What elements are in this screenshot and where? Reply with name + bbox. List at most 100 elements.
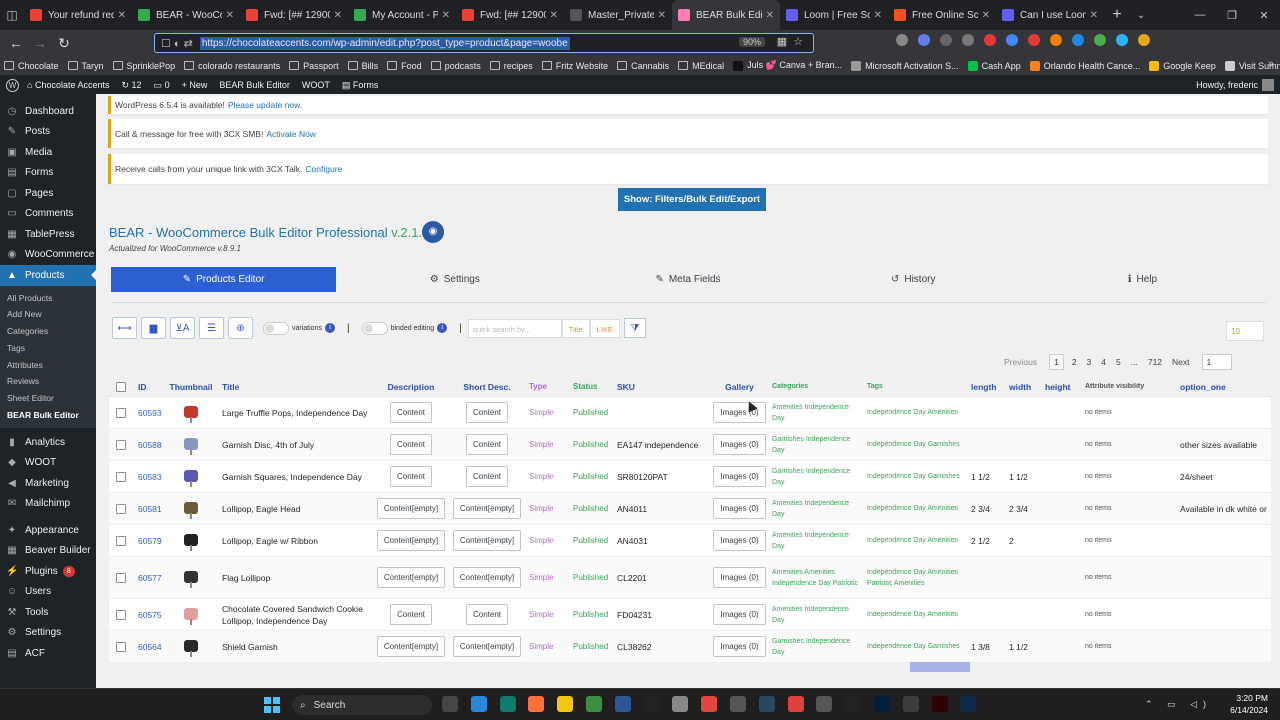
product-status-cell[interactable]: Published xyxy=(569,440,613,449)
browser-tab[interactable]: Your refund request ✕ xyxy=(24,0,132,30)
product-thumbnail[interactable] xyxy=(181,531,201,551)
sku-cell[interactable]: AN4011 xyxy=(613,504,711,514)
bookmark-item[interactable]: Cannabis xyxy=(617,61,669,71)
search-operator-select[interactable]: LIKE xyxy=(589,318,620,338)
extension-icon[interactable] xyxy=(1072,34,1084,46)
taskbar-app-icon[interactable] xyxy=(528,696,545,712)
categories-cell[interactable]: Amenities Independence Day xyxy=(768,402,863,424)
submenu-item[interactable]: BEAR Bulk Editor xyxy=(0,407,96,424)
option-one-cell[interactable]: 24/sheet xyxy=(1176,472,1272,482)
taskbar-app-icon[interactable] xyxy=(873,696,890,712)
bookmark-item[interactable]: Fritz Website xyxy=(541,61,608,71)
product-thumbnail[interactable] xyxy=(181,568,201,588)
new-content-link[interactable]: + New xyxy=(182,80,208,90)
product-status-cell[interactable]: Published xyxy=(569,642,613,651)
sidebar-item[interactable]: ◀ Marketing xyxy=(0,473,96,494)
length-cell[interactable]: 1 3/8 xyxy=(967,642,1005,652)
add-product-icon[interactable]: ⊕ xyxy=(228,317,253,339)
taskbar-app-icon[interactable] xyxy=(614,696,631,712)
column-header[interactable]: length xyxy=(967,382,1005,392)
tab-settings[interactable]: ⚙ Settings xyxy=(336,267,573,292)
product-title-cell[interactable]: Lollipop, Eagle w/ Ribbon xyxy=(218,535,373,547)
width-cell[interactable]: 1 1/2 xyxy=(1005,472,1041,482)
tab-close-icon[interactable]: ✕ xyxy=(766,10,774,21)
search-field-select[interactable]: Title xyxy=(561,318,590,338)
row-checkbox[interactable] xyxy=(116,439,126,450)
submenu-item[interactable]: Add New xyxy=(0,306,96,323)
sidebar-item[interactable]: ▦ TablePress xyxy=(0,224,96,245)
tab-close-icon[interactable]: ✕ xyxy=(982,10,990,21)
select-all-checkbox[interactable] xyxy=(116,381,126,392)
extension-icon[interactable] xyxy=(1094,34,1106,46)
product-thumbnail[interactable] xyxy=(181,637,201,657)
howdy-user[interactable]: Howdy, frederic xyxy=(1196,80,1258,90)
taskbar-app-icon[interactable] xyxy=(470,696,487,712)
list-icon[interactable]: ☰ xyxy=(199,317,224,339)
new-tab-button[interactable]: + xyxy=(1104,6,1130,24)
browser-tab[interactable]: BEAR Bulk Editor ‹ C ✕ xyxy=(672,0,780,30)
row-checkbox[interactable] xyxy=(116,641,126,652)
tab-close-icon[interactable]: ✕ xyxy=(1090,10,1098,21)
categories-cell[interactable]: Amenities Independence Day xyxy=(768,498,863,520)
comments-link[interactable]: ▭ 0 xyxy=(154,80,170,91)
activate-now-link[interactable]: Activate Now xyxy=(266,129,316,139)
tray-icons[interactable]: ⌃ ▭ ◁) xyxy=(1145,699,1212,710)
bookmark-item[interactable]: colorado restaurants xyxy=(184,61,280,71)
extension-icon[interactable] xyxy=(1050,34,1062,46)
bookmark-item[interactable]: Microsoft Activation S... xyxy=(851,60,959,71)
extension-icon[interactable] xyxy=(1006,34,1018,46)
product-id-link[interactable]: 60581 xyxy=(134,504,164,514)
taskbar-search[interactable]: ⌕ Search xyxy=(292,695,432,715)
width-cell[interactable]: 1 1/2 xyxy=(1005,642,1041,652)
avatar[interactable] xyxy=(1262,79,1274,91)
submenu-item[interactable]: Reviews xyxy=(0,373,96,390)
close-window-icon[interactable]: ✕ xyxy=(1248,0,1280,30)
description-button[interactable]: Content[empty] xyxy=(376,567,446,588)
product-id-link[interactable]: 60564 xyxy=(134,642,164,652)
browser-tab[interactable]: BEAR - WooComm ✕ xyxy=(132,0,240,30)
sku-cell[interactable]: FD04231 xyxy=(613,610,711,620)
categories-cell[interactable]: Garnishes Independence Day xyxy=(768,636,863,658)
folder-icon[interactable]: ▆ xyxy=(141,317,166,339)
browser-tab[interactable]: Can I use Loom wi ✕ xyxy=(996,0,1104,30)
zoom-level[interactable]: 90% xyxy=(738,37,765,47)
system-clock[interactable]: 3:20 PM 6/14/2024 xyxy=(1230,692,1268,716)
submenu-item[interactable]: Categories xyxy=(0,323,96,340)
product-id-link[interactable]: 60593 xyxy=(134,408,164,418)
product-title-cell[interactable]: Garnish Squares, Independence Day xyxy=(218,471,373,483)
gallery-button[interactable]: Images (0) xyxy=(713,434,766,455)
bookmark-item[interactable]: podcasts xyxy=(430,61,481,71)
row-checkbox[interactable] xyxy=(116,572,126,583)
description-button[interactable]: Content[empty] xyxy=(376,498,446,519)
bookmark-item[interactable]: Google Keep xyxy=(1149,60,1216,71)
product-id-link[interactable]: 60579 xyxy=(134,536,164,546)
column-header[interactable]: width xyxy=(1005,382,1041,392)
extension-icon[interactable] xyxy=(1028,34,1040,46)
column-header[interactable]: Status xyxy=(569,382,613,391)
variations-info-icon[interactable]: i xyxy=(324,323,335,333)
taskbar-app-icon[interactable] xyxy=(787,696,804,712)
tags-cell[interactable]: Independence Day Amenities Patriotic Ame… xyxy=(863,567,967,589)
product-id-link[interactable]: 60583 xyxy=(134,472,164,482)
taskbar-app-icon[interactable] xyxy=(499,696,516,712)
product-title-cell[interactable]: Flag Lollipop xyxy=(218,572,373,584)
bookmarks-overflow-icon[interactable]: » xyxy=(1268,58,1274,70)
tags-cell[interactable]: Independence Day Garnishes xyxy=(863,641,967,652)
product-type-cell[interactable]: Simple xyxy=(525,610,569,619)
configure-link[interactable]: Configure xyxy=(305,164,342,174)
product-title-cell[interactable]: Chocolate Covered Sandwich Cookie Lollip… xyxy=(218,603,373,627)
product-thumbnail[interactable] xyxy=(181,605,201,625)
extension-icon[interactable] xyxy=(1116,34,1128,46)
product-status-cell[interactable]: Published xyxy=(569,573,613,582)
row-checkbox[interactable] xyxy=(116,609,126,620)
bookmark-item[interactable]: SprinklePop xyxy=(112,61,175,71)
sidebar-item[interactable]: ▤ ACF xyxy=(0,643,96,664)
binded-editing-toggle[interactable] xyxy=(361,321,388,335)
tab-search-icon[interactable]: ◫ xyxy=(0,0,24,30)
bookmark-item[interactable]: Orlando Health Cance... xyxy=(1029,60,1140,71)
attribute-visibility-cell[interactable]: no items xyxy=(1081,643,1176,650)
tab-close-icon[interactable]: ✕ xyxy=(442,10,450,21)
taskbar-app-icon[interactable] xyxy=(643,696,660,712)
attribute-visibility-cell[interactable]: no items xyxy=(1081,409,1176,416)
attribute-visibility-cell[interactable]: no items xyxy=(1081,537,1176,544)
